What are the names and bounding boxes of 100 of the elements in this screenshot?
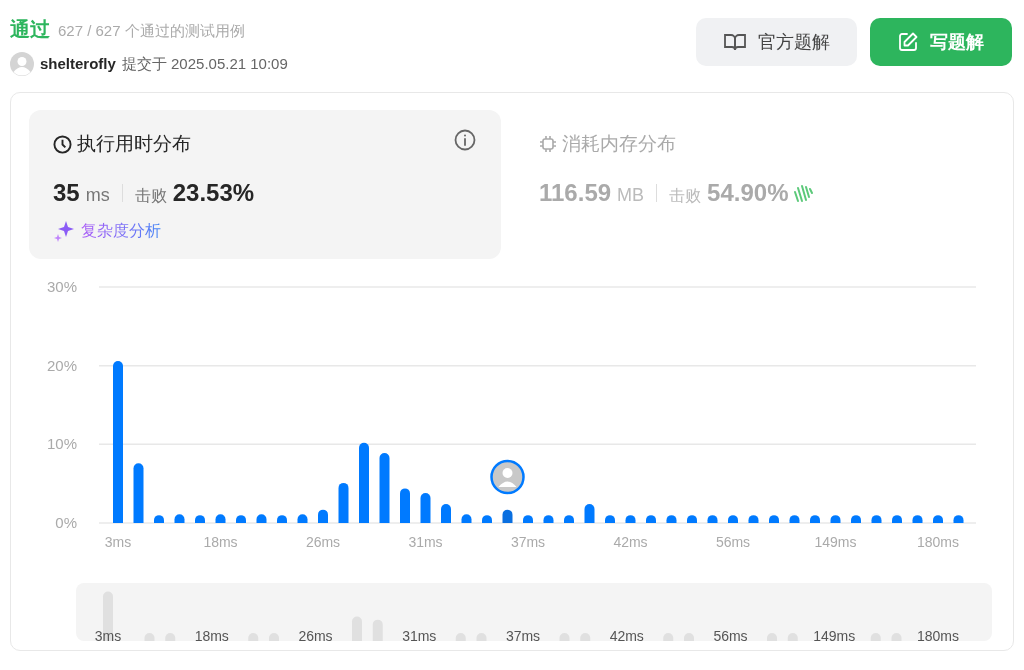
stat-unit: MB bbox=[617, 183, 645, 207]
navigator-label: 42ms bbox=[609, 628, 644, 641]
navigator-bar bbox=[663, 633, 674, 641]
navigator-bar bbox=[455, 633, 466, 641]
official-solution-button[interactable]: 官方题解 bbox=[696, 18, 857, 66]
bar[interactable] bbox=[748, 515, 759, 523]
bar[interactable] bbox=[564, 515, 574, 523]
avatar-icon bbox=[10, 52, 34, 76]
bar[interactable] bbox=[892, 515, 902, 523]
bar[interactable] bbox=[277, 515, 287, 523]
bar[interactable] bbox=[195, 515, 205, 523]
bar[interactable] bbox=[625, 515, 636, 523]
x-axis-label: 31ms bbox=[408, 534, 443, 550]
navigator-bar bbox=[372, 619, 383, 641]
x-axis-label: 3ms bbox=[104, 534, 132, 550]
y-axis-label: 10% bbox=[46, 435, 77, 453]
username[interactable]: shelterofly bbox=[40, 52, 116, 76]
stat-title: 消耗内存分布 bbox=[562, 132, 676, 156]
bar[interactable] bbox=[707, 515, 718, 523]
navigator-bar bbox=[476, 633, 487, 641]
beat-label: 击败 bbox=[669, 185, 702, 206]
bar[interactable] bbox=[605, 515, 615, 523]
bar[interactable] bbox=[523, 515, 533, 523]
bar[interactable] bbox=[851, 515, 861, 523]
bar[interactable] bbox=[359, 442, 369, 523]
bar[interactable] bbox=[543, 515, 554, 523]
bar[interactable] bbox=[461, 514, 472, 523]
navigator-label: 37ms bbox=[505, 628, 541, 641]
navigator-label: 26ms bbox=[298, 628, 333, 641]
beat-label: 击败 bbox=[134, 185, 167, 206]
bar[interactable] bbox=[215, 514, 226, 523]
bar[interactable] bbox=[646, 515, 656, 523]
bar[interactable] bbox=[256, 514, 267, 523]
navigator-bar bbox=[787, 633, 798, 641]
navigator-label: 31ms bbox=[402, 628, 437, 641]
bar[interactable] bbox=[318, 509, 328, 523]
x-axis-label: 18ms bbox=[203, 534, 238, 550]
range-navigator[interactable]: 3ms 18ms 26ms 31ms 37ms 42ms 56ms 149ms 180ms bbox=[76, 583, 992, 641]
bar[interactable] bbox=[400, 488, 410, 523]
bar[interactable] bbox=[912, 515, 923, 523]
bar[interactable] bbox=[933, 515, 943, 523]
user-avatar-marker[interactable] bbox=[490, 459, 525, 495]
bar[interactable] bbox=[810, 515, 820, 523]
bar[interactable] bbox=[297, 514, 308, 523]
y-axis-label: 0% bbox=[55, 514, 77, 531]
stat-value: 35 bbox=[53, 177, 80, 208]
navigator-label: 149ms bbox=[813, 628, 856, 641]
status-text: 通过 bbox=[10, 17, 50, 42]
bar[interactable] bbox=[871, 515, 882, 523]
beat-percent: 23.53% bbox=[172, 177, 255, 208]
navigator-bar bbox=[165, 633, 176, 641]
bar[interactable] bbox=[154, 515, 164, 523]
navigator-bar bbox=[580, 633, 591, 641]
x-axis-label: 56ms bbox=[715, 534, 751, 550]
navigator-label: 18ms bbox=[194, 628, 229, 641]
info-icon[interactable] bbox=[454, 129, 476, 151]
y-axis-label: 20% bbox=[46, 356, 77, 374]
navigator-bar bbox=[352, 616, 362, 641]
bar[interactable] bbox=[379, 453, 390, 523]
bar[interactable] bbox=[502, 509, 513, 523]
submitted-time: 提交于 2025.05.21 10:09 bbox=[121, 53, 288, 74]
beat-percent: 54.90% bbox=[707, 177, 789, 208]
bar[interactable] bbox=[953, 515, 964, 523]
bar[interactable] bbox=[687, 515, 697, 523]
sparkle-icon bbox=[53, 219, 75, 242]
bar[interactable] bbox=[441, 504, 451, 523]
runtime-tab[interactable]: 执行用时分布 35 ms 击败 23.53% 复杂度分析 bbox=[29, 110, 501, 259]
navigator-bar bbox=[144, 633, 155, 641]
navigator-label: 56ms bbox=[713, 628, 748, 641]
navigator-label: 3ms bbox=[94, 628, 122, 641]
book-icon bbox=[723, 33, 746, 51]
bar[interactable] bbox=[236, 515, 246, 523]
navigator-bar bbox=[767, 633, 777, 641]
chip-icon bbox=[539, 135, 557, 154]
navigator-label: 180ms bbox=[917, 628, 959, 641]
stat-title: 执行用时分布 bbox=[77, 132, 191, 156]
stat-unit: ms bbox=[85, 183, 110, 207]
bar[interactable] bbox=[482, 515, 492, 523]
navigator-bar bbox=[891, 633, 902, 641]
navigator-bar bbox=[269, 633, 279, 641]
navigator-bar bbox=[684, 633, 694, 641]
navigator-bar bbox=[870, 633, 881, 641]
y-axis-label: 30% bbox=[46, 278, 77, 295]
clock-icon bbox=[53, 134, 72, 154]
x-axis-label: 26ms bbox=[305, 534, 341, 550]
bar[interactable] bbox=[584, 504, 595, 523]
bar[interactable] bbox=[174, 514, 185, 523]
bar[interactable] bbox=[338, 482, 349, 523]
bar[interactable] bbox=[830, 515, 841, 523]
bar[interactable] bbox=[728, 515, 738, 523]
bar[interactable] bbox=[666, 515, 677, 523]
navigator-bar bbox=[248, 633, 259, 641]
test-count: 627 / 627 个通过的测试用例 bbox=[58, 21, 245, 41]
bar[interactable] bbox=[133, 463, 144, 523]
x-axis-label: 149ms bbox=[814, 534, 857, 550]
bar[interactable] bbox=[769, 515, 779, 523]
bar[interactable] bbox=[420, 493, 431, 523]
stat-value: 116.59 bbox=[539, 177, 612, 208]
bar[interactable] bbox=[789, 515, 800, 523]
x-axis-label: 180ms bbox=[917, 534, 959, 550]
